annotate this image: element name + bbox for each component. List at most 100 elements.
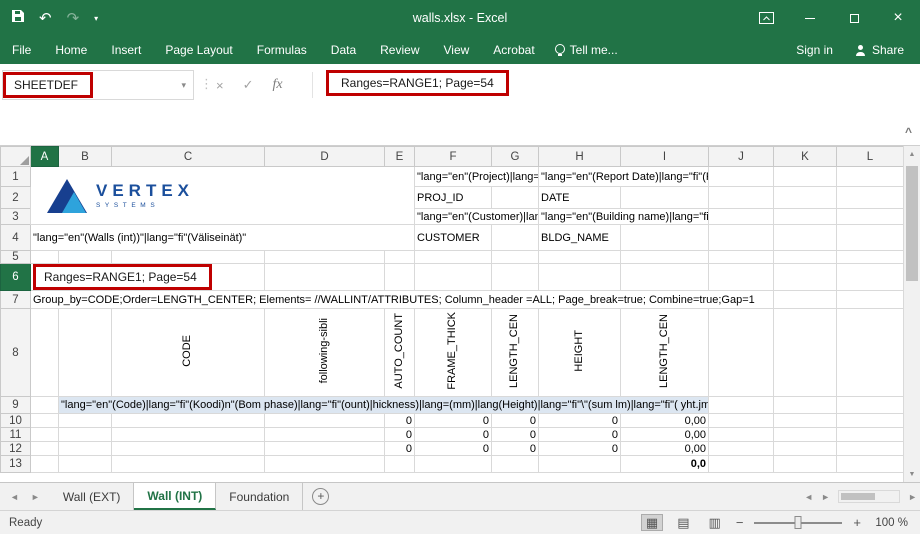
row-header-1[interactable]: 1 xyxy=(1,167,31,187)
cell[interactable] xyxy=(837,414,904,428)
sign-in-button[interactable]: Sign in xyxy=(796,43,833,57)
cell[interactable] xyxy=(774,225,837,251)
cell[interactable] xyxy=(774,309,837,397)
column-header-h[interactable]: H xyxy=(539,147,621,167)
column-header-e[interactable]: E xyxy=(385,147,415,167)
cell[interactable] xyxy=(774,264,837,291)
cell[interactable] xyxy=(112,456,265,473)
cell-rotated-header-code[interactable]: CODE xyxy=(112,309,265,397)
zoom-slider-thumb[interactable] xyxy=(795,516,802,529)
cell-query-definition[interactable]: Group_by=CODE;Order=LENGTH_CENTER; Eleme… xyxy=(31,291,774,309)
cell[interactable] xyxy=(837,187,904,209)
cell[interactable] xyxy=(837,225,904,251)
cell[interactable] xyxy=(837,167,904,187)
cell-value[interactable]: 0,00 xyxy=(621,442,709,456)
row-header-7[interactable]: 7 xyxy=(1,291,31,309)
cell[interactable] xyxy=(709,414,774,428)
cell-value[interactable]: 0 xyxy=(539,428,621,442)
cell-value[interactable]: 0 xyxy=(492,414,539,428)
cell[interactable] xyxy=(539,264,621,291)
cell[interactable] xyxy=(31,414,59,428)
zoom-in-button[interactable]: + xyxy=(853,515,861,530)
cell[interactable] xyxy=(539,456,621,473)
zoom-out-button[interactable]: − xyxy=(736,515,744,530)
ribbon-tab-insert[interactable]: Insert xyxy=(99,36,153,64)
cell[interactable] xyxy=(31,442,59,456)
cell-value[interactable]: 0,00 xyxy=(621,414,709,428)
cell[interactable] xyxy=(774,442,837,456)
formula-bar-collapse-button[interactable]: ^ xyxy=(905,125,912,139)
new-sheet-button[interactable]: + xyxy=(312,488,329,505)
cell-date[interactable]: DATE xyxy=(539,187,621,209)
sheet-tab-wall-ext[interactable]: Wall (EXT) xyxy=(50,483,135,510)
cell[interactable] xyxy=(709,428,774,442)
cell-value[interactable]: 0,00 xyxy=(621,428,709,442)
ribbon-tab-page-layout[interactable]: Page Layout xyxy=(153,36,244,64)
row-header-13[interactable]: 13 xyxy=(1,456,31,473)
cell-logo[interactable]: VERTEX SYSTEMS xyxy=(31,167,415,225)
cell[interactable] xyxy=(31,397,59,414)
cell[interactable] xyxy=(709,187,774,209)
cell-table-header-row[interactable]: "lang="en"(Code)|lang="fi"(Koodi)n"(Bom … xyxy=(59,397,709,414)
view-page-layout-button[interactable]: ▤ xyxy=(673,515,693,530)
cell[interactable] xyxy=(31,428,59,442)
cell[interactable] xyxy=(112,251,265,264)
cell-proj-id[interactable]: PROJ_ID xyxy=(415,187,492,209)
hscroll-right-button[interactable]: ► xyxy=(821,492,830,502)
horizontal-scrollbar-thumb[interactable] xyxy=(841,493,875,500)
cell[interactable] xyxy=(837,264,904,291)
cell-value[interactable]: 0 xyxy=(385,414,415,428)
column-header-g[interactable]: G xyxy=(492,147,539,167)
cell[interactable] xyxy=(112,442,265,456)
cell[interactable] xyxy=(31,456,59,473)
ribbon-tab-file[interactable]: File xyxy=(0,36,43,64)
row-header-8[interactable]: 8 xyxy=(1,309,31,397)
cell[interactable] xyxy=(385,264,415,291)
cell[interactable] xyxy=(265,251,385,264)
name-box[interactable]: SHEETDEF ▾ xyxy=(2,70,194,100)
cell[interactable] xyxy=(774,397,837,414)
ribbon-tab-acrobat[interactable]: Acrobat xyxy=(481,36,546,64)
undo-button[interactable]: ↶ xyxy=(39,11,52,26)
cell[interactable] xyxy=(59,442,112,456)
cell-customer[interactable]: CUSTOMER xyxy=(415,225,492,251)
cell[interactable] xyxy=(265,442,385,456)
cell-total[interactable]: 0,0 xyxy=(621,456,709,473)
cell[interactable] xyxy=(837,291,904,309)
cell[interactable] xyxy=(539,251,621,264)
row-header-9[interactable]: 9 xyxy=(1,397,31,414)
cell-value[interactable]: 0 xyxy=(492,442,539,456)
cell[interactable] xyxy=(112,428,265,442)
cell-value[interactable]: 0 xyxy=(385,428,415,442)
cell[interactable] xyxy=(774,209,837,225)
zoom-level[interactable]: 100 % xyxy=(872,517,908,529)
maximize-button[interactable] xyxy=(832,0,876,36)
cell[interactable] xyxy=(709,209,774,225)
column-header-j[interactable]: J xyxy=(709,147,774,167)
cell[interactable] xyxy=(709,456,774,473)
cell[interactable] xyxy=(265,414,385,428)
column-header-k[interactable]: K xyxy=(774,147,837,167)
scroll-up-button[interactable]: ▲ xyxy=(904,146,920,162)
scroll-down-button[interactable]: ▼ xyxy=(904,466,920,482)
sheet-scroll-right-button[interactable]: ► xyxy=(31,492,40,502)
cell-rotated-header-height[interactable]: HEIGHT xyxy=(539,309,621,397)
cell[interactable] xyxy=(774,167,837,187)
cell[interactable] xyxy=(385,456,415,473)
cell[interactable] xyxy=(774,187,837,209)
select-all-button[interactable] xyxy=(1,147,31,167)
cell[interactable] xyxy=(837,442,904,456)
view-page-break-button[interactable]: ▥ xyxy=(705,515,725,530)
cell[interactable] xyxy=(621,264,709,291)
cell-a6-selected[interactable]: Ranges=RANGE1; Page=54 xyxy=(31,264,265,291)
cell[interactable] xyxy=(59,428,112,442)
cell[interactable] xyxy=(709,397,774,414)
row-header-5[interactable]: 5 xyxy=(1,251,31,264)
formula-input[interactable]: Ranges=RANGE1; Page=54 xyxy=(326,70,509,96)
cell-value[interactable]: 0 xyxy=(539,442,621,456)
ribbon-tab-review[interactable]: Review xyxy=(368,36,431,64)
cell[interactable] xyxy=(837,309,904,397)
row-header-3[interactable]: 3 xyxy=(1,209,31,225)
cell[interactable] xyxy=(31,251,59,264)
cell[interactable] xyxy=(112,414,265,428)
